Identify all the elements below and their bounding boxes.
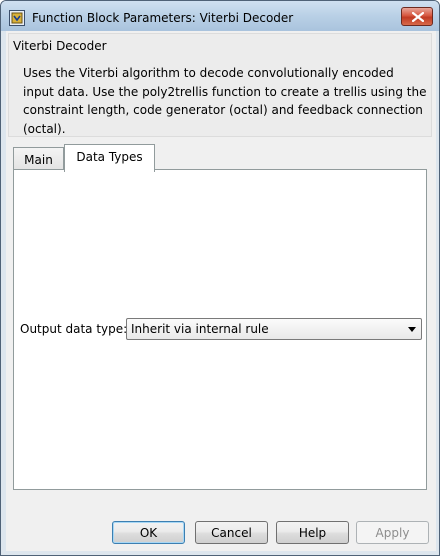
window-title: Function Block Parameters: Viterbi Decod…: [32, 11, 294, 25]
apply-button[interactable]: Apply: [356, 521, 429, 544]
cancel-button[interactable]: Cancel: [195, 521, 268, 544]
output-data-type-label: Output data type:: [20, 322, 128, 336]
dialog-client-area: Viterbi Decoder Uses the Viterbi algorit…: [6, 31, 436, 551]
output-data-type-select[interactable]: Inherit via internal rule: [126, 318, 422, 340]
block-name: Viterbi Decoder: [13, 39, 107, 53]
output-data-type-value: Inherit via internal rule: [131, 322, 269, 336]
chevron-down-icon: [408, 327, 416, 332]
simulink-block-icon: [9, 10, 25, 26]
ok-button[interactable]: OK: [112, 521, 185, 544]
dialog-window: Function Block Parameters: Viterbi Decod…: [0, 0, 440, 556]
title-bar[interactable]: Function Block Parameters: Viterbi Decod…: [1, 1, 439, 31]
data-types-panel: Output data type: Inherit via internal r…: [13, 169, 427, 490]
block-description: Uses the Viterbi algorithm to decode con…: [23, 66, 427, 136]
tab-main[interactable]: Main: [13, 147, 64, 171]
tab-data-types[interactable]: Data Types: [64, 144, 155, 172]
close-icon: [412, 12, 424, 22]
block-description-group: Viterbi Decoder Uses the Viterbi algorit…: [8, 33, 432, 137]
help-button[interactable]: Help: [276, 521, 349, 544]
close-button[interactable]: [401, 7, 433, 26]
